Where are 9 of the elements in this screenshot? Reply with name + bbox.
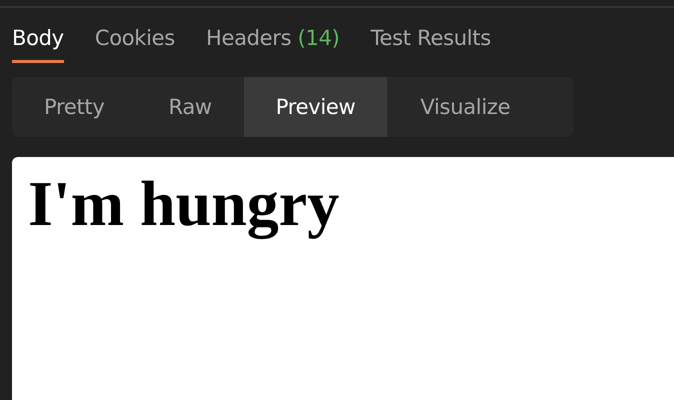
view-mode-option[interactable]: Visualize (387, 77, 544, 137)
tab[interactable]: Cookies (94, 22, 175, 63)
preview-heading: I'm hungry (28, 169, 340, 240)
tab[interactable]: Body (12, 22, 64, 63)
tab[interactable]: Headers (14) (206, 22, 340, 63)
tab[interactable]: Test Results (370, 22, 491, 63)
view-mode-option[interactable]: Pretty (12, 77, 136, 137)
view-mode-option[interactable]: Preview (244, 77, 388, 137)
view-mode-option[interactable]: Raw (136, 77, 244, 137)
